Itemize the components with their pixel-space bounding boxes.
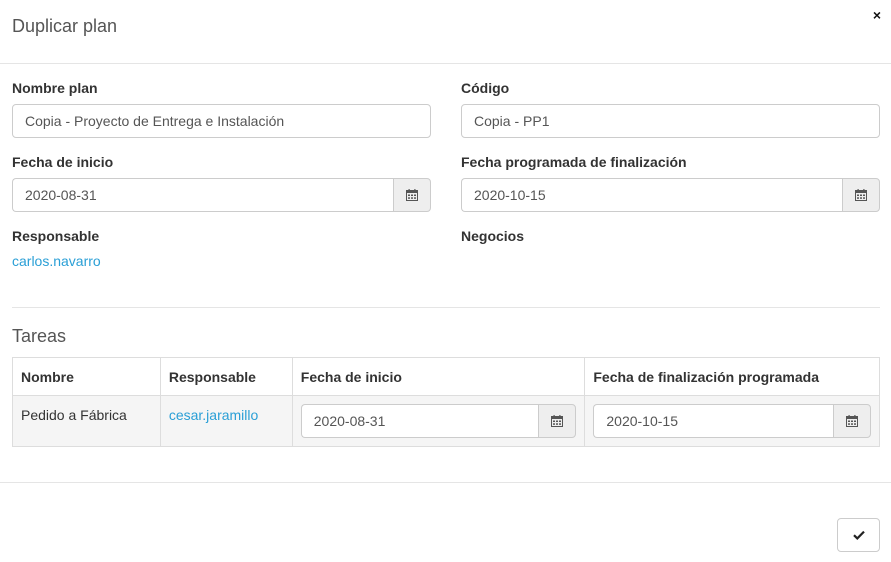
- close-button[interactable]: ×: [873, 6, 881, 24]
- end-date-field: 2020-10-15: [461, 178, 880, 212]
- task-start-date-field: 2020-08-31: [300, 404, 577, 438]
- task-start-cell: 2020-08-31: [291, 395, 586, 447]
- responsible-label: Responsable: [12, 228, 100, 244]
- start-date-label: Fecha de inicio: [12, 154, 114, 170]
- task-name-cell: Pedido a Fábrica: [12, 395, 161, 447]
- task-responsible-cell: cesar.jaramillo: [159, 395, 293, 447]
- task-end-date-field: 2020-10-15: [593, 404, 871, 438]
- modal-header: Duplicar plan ×: [0, 0, 891, 64]
- task-end-date-input[interactable]: 2020-10-15: [593, 404, 833, 438]
- tasks-table: Nombre Responsable Fecha de inicio Fecha…: [12, 357, 880, 447]
- task-name: Pedido a Fábrica: [21, 407, 127, 423]
- task-responsible-link[interactable]: cesar.jaramillo: [169, 405, 284, 425]
- start-date-input[interactable]: 2020-08-31: [12, 178, 393, 212]
- table-row: Pedido a Fábrica cesar.jaramillo 2020-08…: [12, 395, 880, 447]
- calendar-icon: [855, 189, 867, 201]
- tasks-title: Tareas: [12, 326, 67, 346]
- column-header-start-date: Fecha de inicio: [291, 357, 586, 396]
- confirm-button[interactable]: [837, 518, 880, 552]
- responsible-link[interactable]: carlos.navarro: [12, 253, 101, 269]
- calendar-icon: [551, 415, 564, 427]
- calendar-icon: [406, 189, 418, 201]
- code-input[interactable]: Copia - PP1: [461, 104, 880, 138]
- code-label: Código: [461, 80, 510, 96]
- task-start-calendar-button[interactable]: [538, 404, 577, 438]
- close-icon: ×: [872, 7, 881, 23]
- duplicate-plan-modal: Duplicar plan × Nombre plan Copia - Proy…: [0, 0, 891, 562]
- modal-footer-divider: [0, 482, 891, 483]
- task-end-cell: 2020-10-15: [584, 395, 880, 447]
- end-date-calendar-button[interactable]: [842, 178, 880, 212]
- column-header-end-date: Fecha de finalización programada: [584, 357, 880, 396]
- end-date-label: Fecha programada de finalización: [461, 154, 687, 170]
- business-label: Negocios: [461, 228, 525, 244]
- start-date-calendar-button[interactable]: [393, 178, 431, 212]
- section-divider: [12, 307, 880, 308]
- column-header-responsible: Responsable: [159, 357, 293, 396]
- modal-title: Duplicar plan: [12, 16, 118, 36]
- task-start-date-input[interactable]: 2020-08-31: [300, 404, 539, 438]
- column-header-name: Nombre: [12, 357, 161, 396]
- plan-name-input[interactable]: Copia - Proyecto de Entrega e Instalació…: [12, 104, 431, 138]
- task-end-calendar-button[interactable]: [833, 404, 871, 438]
- check-icon: [852, 530, 865, 540]
- start-date-field: 2020-08-31: [12, 178, 431, 212]
- calendar-icon: [846, 415, 858, 427]
- end-date-input[interactable]: 2020-10-15: [461, 178, 842, 212]
- plan-name-label: Nombre plan: [12, 80, 98, 96]
- table-header-row: Nombre Responsable Fecha de inicio Fecha…: [12, 357, 880, 396]
